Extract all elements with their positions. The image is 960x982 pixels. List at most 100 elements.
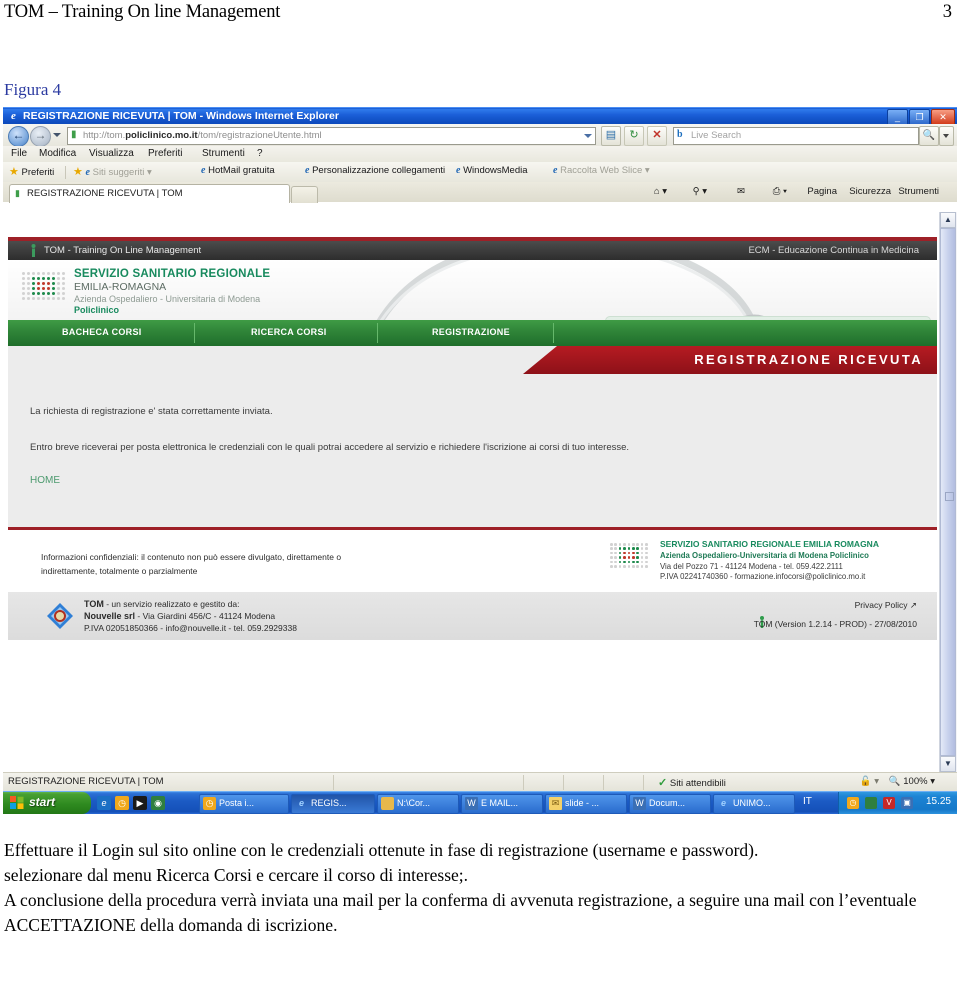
menu-strumenti[interactable]: Strumenti xyxy=(202,148,245,159)
clock-tray-icon[interactable]: ◷ xyxy=(847,797,859,809)
document-page-number: 3 xyxy=(942,2,952,22)
fav-siti-suggeriti[interactable]: ★ e Siti suggeriti ▾ xyxy=(73,165,152,178)
statusbar-divider xyxy=(333,775,334,790)
address-bar-chevron-down-icon[interactable] xyxy=(584,134,592,138)
person-icon xyxy=(31,244,36,257)
tab-registrazione-ricevuta[interactable]: ▮ REGISTRAZIONE RICEVUTA | TOM xyxy=(9,184,290,203)
tab-label: REGISTRAZIONE RICEVUTA | TOM xyxy=(27,188,183,199)
language-indicator[interactable]: IT xyxy=(803,796,812,807)
ssr-line2: EMILIA-ROMAGNA xyxy=(74,281,167,293)
document-header: TOM – Training On line Management 3 xyxy=(0,0,960,30)
system-clock[interactable]: 15.25 xyxy=(926,796,951,807)
page-icon: ▮ xyxy=(15,188,20,198)
refresh-button[interactable]: ↻ xyxy=(624,126,644,146)
menu-modifica[interactable]: Modifica xyxy=(39,148,76,159)
ie-icon[interactable]: e xyxy=(97,796,111,810)
mail-icon[interactable]: ✉ xyxy=(737,186,745,197)
document-paragraph-2: selezionare dal menu Ricerca Corsi e cer… xyxy=(4,865,469,885)
search-icon[interactable]: 🔍 xyxy=(919,126,939,146)
footer-address-line-4: P.IVA 02241740360 - formazione.infocorsi… xyxy=(660,572,866,581)
nav-registrazione[interactable]: REGISTRAZIONE xyxy=(432,327,510,337)
back-button[interactable]: ← xyxy=(8,126,29,147)
site-navigation: BACHECA CORSI RICERCA CORSI REGISTRAZION… xyxy=(8,320,937,346)
ie-icon: e xyxy=(85,167,90,178)
fav-raccolta-web-slice[interactable]: e Raccolta Web Slice ▾ xyxy=(553,165,650,176)
taskbar-button-label: N:\Cor... xyxy=(397,798,431,808)
start-button[interactable]: start xyxy=(3,792,91,814)
scrollbar-thumb[interactable] xyxy=(940,228,956,756)
ie-icon: e xyxy=(298,798,304,808)
fav-hotmail[interactable]: e HotMail gratuita xyxy=(201,165,275,176)
feeds-icon[interactable]: ⚲ ▾ xyxy=(693,186,707,197)
print-icon[interactable]: ⎙ ▾ xyxy=(773,186,787,197)
menu-sicurezza[interactable]: Sicurezza xyxy=(849,186,891,197)
network-tray-icon[interactable] xyxy=(865,797,877,809)
search-box[interactable]: b Live Search xyxy=(673,127,919,145)
forward-button[interactable]: → xyxy=(30,126,51,147)
clock-icon[interactable]: ◷ xyxy=(115,796,129,810)
nav-bacheca-corsi[interactable]: BACHECA CORSI xyxy=(62,327,142,337)
home-icon[interactable]: ⌂ ▾ xyxy=(654,186,667,197)
windows-taskbar: start e ◷ ▶ ◉ ◷ Posta i... e REGIS... N:… xyxy=(3,791,957,814)
window-controls: _ ❐ ✕ xyxy=(887,109,955,126)
fav-personalizzazione[interactable]: e Personalizzazione collegamenti xyxy=(305,165,445,176)
menu-help[interactable]: ? xyxy=(257,148,263,159)
menu-preferiti[interactable]: Preferiti xyxy=(148,148,182,159)
menu-visualizza[interactable]: Visualizza xyxy=(89,148,134,159)
address-bar[interactable]: ▮ http://tom.policlinico.mo.it/tom/regis… xyxy=(67,127,596,145)
taskbar-button-documento[interactable]: W Docum... xyxy=(629,794,711,814)
app-icon[interactable]: ◉ xyxy=(151,796,165,810)
ie-icon: e xyxy=(305,165,310,176)
nav-ricerca-corsi[interactable]: RICERCA CORSI xyxy=(251,327,327,337)
zoom-level[interactable]: 🔍 100% ▾ xyxy=(889,776,935,787)
search-provider-chevron-down-icon[interactable] xyxy=(939,126,954,146)
footer-address-line-2: Azienda Ospedaliero-Universitaria di Mod… xyxy=(660,551,869,560)
footer-logo-dots xyxy=(610,543,650,577)
recent-pages-chevron-down-icon[interactable] xyxy=(53,133,61,137)
ie-icon: e xyxy=(720,798,726,808)
ssr-line3: Azienda Ospedaliero - Universitaria di M… xyxy=(74,294,261,304)
taskbar-button-registrazione[interactable]: e REGIS... xyxy=(291,794,375,814)
star-icon: ★ xyxy=(9,166,19,178)
bing-icon: b xyxy=(677,129,683,140)
taskbar-button-unimore[interactable]: e UNIMO... xyxy=(713,794,795,814)
taskbar-button-posta[interactable]: ◷ Posta i... xyxy=(199,794,289,814)
ssr-line1: SERVIZIO SANITARIO REGIONALE xyxy=(74,268,271,280)
stop-button[interactable]: ✕ xyxy=(647,126,667,146)
taskbar-button-label: Docum... xyxy=(649,798,686,808)
folder-icon xyxy=(381,797,394,810)
check-icon: ✓ xyxy=(658,777,668,789)
privacy-policy-link[interactable]: Privacy Policy ↗ xyxy=(855,600,917,611)
ssr-logo-text: SERVIZIO SANITARIO REGIONALE EMILIA-ROMA… xyxy=(74,268,270,315)
ie-icon: e xyxy=(456,165,461,176)
start-button-label: start xyxy=(29,795,56,809)
menu-strumenti-cmd[interactable]: Strumenti xyxy=(898,186,939,197)
internet-explorer-icon: e xyxy=(11,110,16,122)
scroll-down-icon[interactable]: ▼ xyxy=(940,756,956,772)
display-tray-icon[interactable]: ▣ xyxy=(901,797,913,809)
word-icon: W xyxy=(465,797,478,810)
browser-menubar: File Modifica Visualizza Preferiti Strum… xyxy=(3,146,957,163)
compatibility-view-button[interactable]: ▤ xyxy=(601,126,621,146)
taskbar-button-folder[interactable]: N:\Cor... xyxy=(377,794,459,814)
vertical-scrollbar[interactable]: ▲ ▼ xyxy=(939,212,957,772)
media-player-icon[interactable]: ▶ xyxy=(133,796,147,810)
scroll-up-icon[interactable]: ▲ xyxy=(940,212,956,228)
home-link[interactable]: HOME xyxy=(30,475,60,486)
favorites-button[interactable]: ★ Preferiti xyxy=(9,165,54,178)
fav-windowsmedia[interactable]: e WindowsMedia xyxy=(456,165,528,176)
taskbar-button-label: Posta i... xyxy=(219,798,255,808)
taskbar-button-label: E MAIL... xyxy=(481,798,519,808)
menu-file[interactable]: File xyxy=(11,148,27,159)
taskbar-button-email[interactable]: W E MAIL... xyxy=(461,794,543,814)
menu-pagina[interactable]: Pagina xyxy=(807,186,837,197)
version-label: TOM (Version 1.2.14 - PROD) - 27/08/2010 xyxy=(753,619,917,629)
new-tab-button[interactable] xyxy=(291,186,318,203)
browser-window: e REGISTRAZIONE RICEVUTA | TOM - Windows… xyxy=(3,107,957,212)
browser-statusbar: REGISTRAZIONE RICEVUTA | TOM ✓ Siti atte… xyxy=(3,772,957,792)
windows-flag-icon xyxy=(10,796,24,809)
content-line-2: Entro breve riceverai per posta elettron… xyxy=(30,442,630,453)
antivirus-tray-icon[interactable]: V xyxy=(883,797,895,809)
taskbar-button-slide[interactable]: ✉ slide - ... xyxy=(545,794,627,814)
ie-icon: e xyxy=(201,165,206,176)
